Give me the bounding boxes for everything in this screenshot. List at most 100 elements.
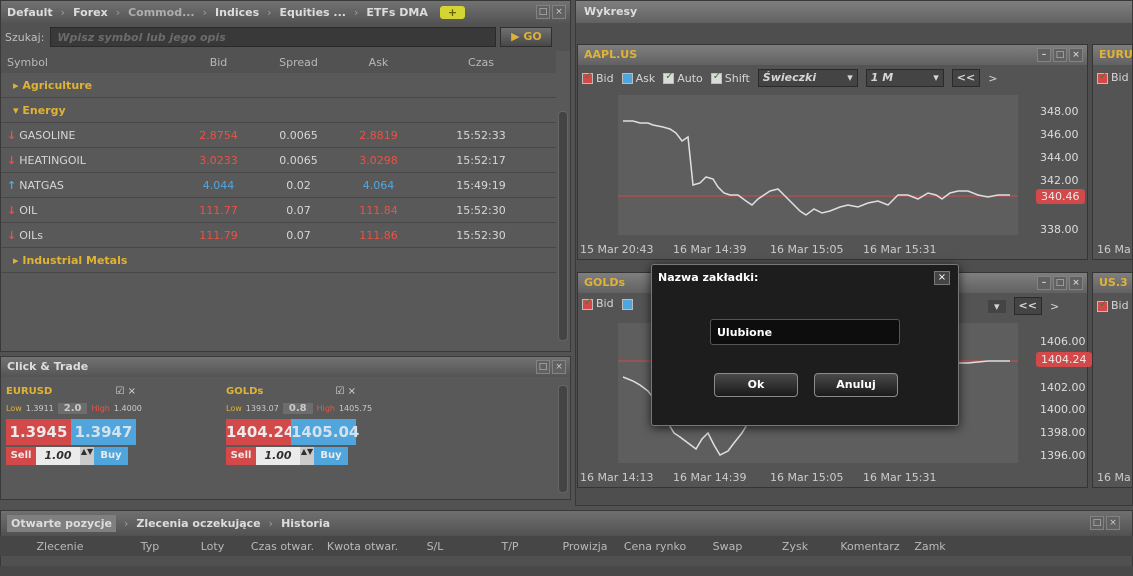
col-spread[interactable]: Spread — [256, 56, 341, 69]
table-row[interactable]: ↑ NATGAS 4.044 0.02 4.064 15:49:19 — [1, 173, 556, 198]
col-sl[interactable]: S/L — [405, 540, 465, 553]
click-trade-scrollbar[interactable] — [558, 385, 568, 493]
market-tabs: Default › Forex › Commod... › Indices › Equi… — [1, 1, 570, 23]
tab-pending-orders[interactable]: Zlecenia oczekujące — [136, 517, 260, 530]
table-row[interactable]: ↓ OIL 111.77 0.07 111.84 15:52:30 — [1, 198, 556, 223]
col-ask[interactable]: Ask — [341, 56, 416, 69]
close-icon[interactable]: × — [1069, 276, 1083, 290]
buy-button[interactable]: Buy — [314, 447, 348, 465]
close-icon[interactable]: × — [552, 360, 566, 374]
bid-toggle[interactable]: Bid — [582, 297, 614, 310]
add-tab-button[interactable]: + — [439, 5, 466, 19]
minimize-icon[interactable]: – — [1037, 276, 1051, 290]
group-agriculture[interactable]: ▸ Agriculture — [1, 73, 556, 98]
go-button[interactable]: ▶ GO — [500, 27, 553, 47]
row-ask: 111.86 — [359, 228, 398, 242]
stepper-icon[interactable]: ▲▼ — [300, 447, 314, 465]
dialog-title: Nazwa zakładki: — [658, 271, 759, 284]
chart-type-select[interactable]: Świeczki ▾ — [757, 69, 858, 87]
sell-price[interactable]: 1404.24 — [226, 419, 294, 445]
maximize-icon[interactable]: □ — [536, 5, 550, 19]
stepper-icon[interactable]: ▲▼ — [80, 447, 94, 465]
table-row[interactable]: ↓ GASOLINE 2.8754 0.0065 2.8819 15:52:33 — [1, 123, 556, 148]
maximize-icon[interactable]: □ — [1053, 276, 1067, 290]
tab-commodities[interactable]: Commod... — [126, 6, 197, 19]
y-tick-label: 338.00 — [1040, 223, 1079, 236]
table-row[interactable]: ↓ OILs 111.79 0.07 111.86 15:52:30 — [1, 223, 556, 248]
sell-button[interactable]: Sell — [6, 447, 36, 465]
col-open-time[interactable]: Czas otwar. — [245, 540, 320, 553]
card-close-icon[interactable]: ☑ × — [335, 386, 356, 397]
col-commission[interactable]: Prowizja — [555, 540, 615, 553]
maximize-icon[interactable]: □ — [1090, 516, 1104, 530]
tab-name-input[interactable] — [710, 319, 900, 345]
prev-button[interactable]: << — [951, 69, 981, 87]
dialog-close-icon[interactable]: × — [934, 271, 950, 285]
table-row[interactable]: ↓ HEATINGOIL 3.0233 0.0065 3.0298 15:52:1… — [1, 148, 556, 173]
chevron-down-icon[interactable]: ▾ — [988, 299, 1006, 313]
card-close-icon[interactable]: ☑ × — [115, 386, 136, 397]
col-tp[interactable]: T/P — [465, 540, 555, 553]
arrow-down-icon: ↓ — [7, 228, 17, 242]
market-scrollbar[interactable] — [558, 111, 568, 341]
row-ask: 4.064 — [362, 178, 395, 192]
col-type[interactable]: Typ — [120, 540, 180, 553]
maximize-icon[interactable]: □ — [1053, 48, 1067, 62]
close-icon[interactable]: × — [1106, 516, 1120, 530]
cancel-button[interactable]: Anuluj — [814, 373, 898, 397]
row-spread: 0.07 — [286, 228, 311, 242]
col-open-amount[interactable]: Kwota otwar. — [320, 540, 405, 553]
bid-toggle[interactable]: Bid — [582, 71, 614, 85]
row-time: 15:52:30 — [456, 228, 506, 242]
ask-toggle[interactable]: Ask — [621, 72, 655, 85]
chart-side-top: EURU Bid 16 Ma — [1092, 44, 1133, 260]
sell-button[interactable]: Sell — [226, 447, 256, 465]
prev-button[interactable]: << — [1013, 297, 1042, 315]
tab-default[interactable]: Default — [5, 6, 55, 19]
tab-equities[interactable]: Equities ... — [278, 6, 348, 19]
col-bid[interactable]: Bid — [181, 56, 256, 69]
minimize-icon[interactable]: – — [1037, 48, 1051, 62]
col-market-price[interactable]: Cena rynko — [615, 540, 695, 553]
tab-forex[interactable]: Forex — [71, 6, 110, 19]
row-bid: 2.8754 — [199, 128, 238, 142]
col-comment[interactable]: Komentarz — [830, 540, 910, 553]
interval-select[interactable]: 1 M ▾ — [865, 69, 944, 87]
tab-history[interactable]: Historia — [281, 517, 330, 530]
close-icon[interactable]: × — [552, 5, 566, 19]
quantity-stepper[interactable]: 1.00 — [256, 447, 300, 465]
col-order[interactable]: Zlecenie — [0, 540, 120, 553]
col-profit[interactable]: Zysk — [760, 540, 830, 553]
tab-etfs-dma[interactable]: ETFs DMA — [364, 6, 430, 19]
sell-price[interactable]: 1.3945 — [6, 419, 71, 445]
search-input[interactable] — [50, 27, 497, 47]
buy-price[interactable]: 1.3947 — [71, 419, 136, 445]
col-symbol[interactable]: Symbol — [1, 56, 181, 69]
card-spread: 2.0 — [57, 403, 88, 414]
buy-button[interactable]: Buy — [94, 447, 128, 465]
ok-button[interactable]: Ok — [714, 373, 798, 397]
tab-open-positions[interactable]: Otwarte pozycje — [7, 514, 116, 532]
quantity-stepper[interactable]: 1.00 — [36, 447, 80, 465]
buy-price[interactable]: 1405.04 — [291, 419, 359, 445]
chart-plot[interactable] — [618, 95, 1018, 235]
close-icon[interactable]: × — [1069, 48, 1083, 62]
col-close[interactable]: Zamk — [910, 540, 950, 553]
maximize-icon[interactable]: □ — [536, 360, 550, 374]
group-energy[interactable]: ▾ Energy — [1, 98, 556, 123]
col-time[interactable]: Czas — [416, 56, 546, 69]
orders-row-partial[interactable] — [0, 566, 1133, 576]
next-button[interactable]: > — [1050, 300, 1059, 313]
tab-indices[interactable]: Indices — [213, 6, 261, 19]
tab-charts[interactable]: Wykresy — [584, 5, 637, 18]
card-symbol: GOLDs — [226, 386, 264, 397]
next-button[interactable]: > — [988, 72, 997, 85]
auto-toggle[interactable]: Auto — [663, 71, 703, 85]
group-industrial-metals[interactable]: ▸ Industrial Metals — [1, 248, 556, 273]
shift-toggle[interactable]: Shift — [710, 71, 750, 85]
trade-card-golds: GOLDs ☑ × Low 1393.07 0.8 High 1405.75 1404.2… — [226, 386, 372, 465]
row-bid: 3.0233 — [199, 153, 238, 167]
col-swap[interactable]: Swap — [695, 540, 760, 553]
col-lots[interactable]: Loty — [180, 540, 245, 553]
ask-toggle[interactable] — [621, 297, 636, 310]
